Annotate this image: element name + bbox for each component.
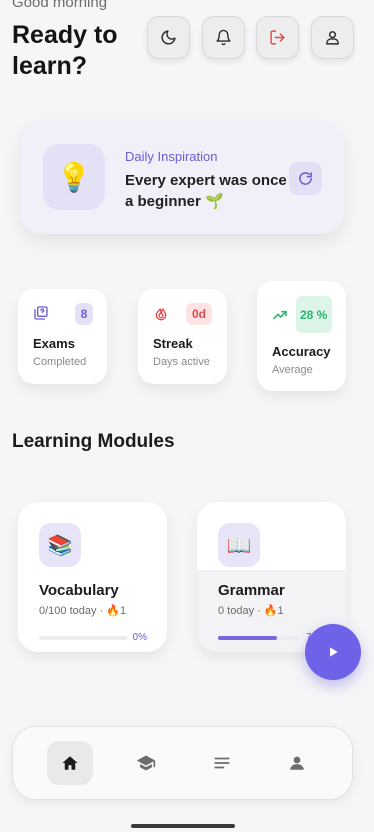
exam-icon: [34, 306, 48, 320]
streak-value-badge: 0d: [186, 303, 212, 325]
learning-modules-heading: Learning Modules: [12, 431, 175, 452]
bell-icon: [216, 29, 231, 46]
accuracy-title: Accuracy: [272, 344, 331, 359]
page-title-line-1: Ready to: [12, 21, 118, 49]
module-subtitle: 0 today · 🔥1: [218, 605, 284, 617]
module-percent: 0%: [132, 632, 147, 643]
nav-account[interactable]: [274, 741, 320, 785]
moon-icon: [161, 30, 176, 45]
start-learning-button[interactable]: [305, 624, 361, 680]
logout-button[interactable]: [256, 16, 299, 59]
exams-subtitle: Completed: [33, 356, 87, 368]
stat-card-streak[interactable]: 0d Streak Days active: [138, 289, 227, 384]
greeting-text: Good morning: [12, 0, 108, 11]
bottom-navigation: [12, 726, 353, 800]
home-indicator: [131, 824, 235, 828]
inspiration-label: Daily Inspiration: [125, 149, 218, 164]
play-icon: [330, 647, 338, 657]
module-subtitle: 0/100 today · 🔥1: [39, 605, 127, 617]
nav-lists[interactable]: [199, 741, 245, 785]
logout-icon: [270, 30, 285, 45]
module-card-vocabulary[interactable]: 📚 Vocabulary 0/100 today · 🔥1 0%: [18, 502, 167, 652]
streak-title: Streak: [153, 336, 193, 351]
module-progress-fill: [218, 636, 278, 640]
stat-card-accuracy[interactable]: 28 % Accuracy Average: [257, 281, 346, 391]
daily-inspiration-card: 💡 Daily Inspiration Every expert was onc…: [20, 120, 344, 234]
flame-icon: [155, 308, 167, 321]
open-book-icon: 📖: [218, 523, 260, 567]
list-icon: [214, 757, 230, 769]
profile-button[interactable]: [311, 16, 354, 59]
module-title: Vocabulary: [39, 582, 119, 599]
stat-card-exams[interactable]: 8 Exams Completed: [18, 289, 107, 384]
refresh-quote-button[interactable]: [289, 162, 322, 195]
accuracy-subtitle: Average: [272, 364, 313, 376]
inspiration-quote: Every expert was once a beginner 🌱: [125, 172, 287, 210]
page-title: Ready to learn?: [12, 20, 118, 82]
refresh-icon: [299, 172, 312, 185]
trending-up-icon: [273, 310, 287, 320]
streak-subtitle: Days active: [153, 356, 210, 368]
user-icon: [290, 756, 304, 770]
user-icon: [326, 31, 339, 45]
books-icon: 📚: [39, 523, 81, 567]
accuracy-value-badge: 28 %: [296, 296, 332, 333]
exams-title: Exams: [33, 336, 75, 351]
module-progress-track: [218, 636, 298, 640]
exams-value-badge: 8: [75, 303, 93, 325]
nav-courses[interactable]: [123, 741, 169, 785]
notifications-button[interactable]: [202, 16, 245, 59]
home-icon: [62, 756, 78, 770]
lightbulb-icon: 💡: [43, 144, 105, 210]
graduation-cap-icon: [136, 755, 156, 771]
module-title: Grammar: [218, 582, 285, 599]
module-progress-track: [39, 636, 127, 640]
theme-toggle-button[interactable]: [147, 16, 190, 59]
nav-home[interactable]: [47, 741, 93, 785]
page-title-line-2: learn?: [12, 52, 88, 80]
